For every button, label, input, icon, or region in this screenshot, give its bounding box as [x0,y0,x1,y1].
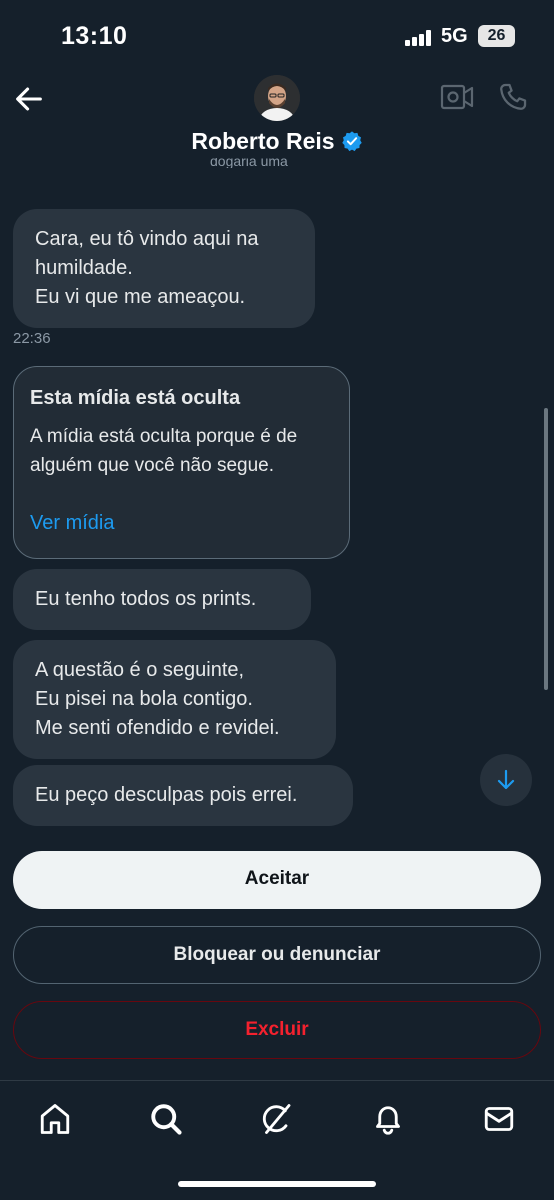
contact-name: Roberto Reis [191,128,335,154]
voice-call-button[interactable] [496,80,530,114]
scroll-to-bottom-button[interactable] [480,754,532,806]
tab-home[interactable] [37,1101,73,1137]
hidden-media-desc-line: alguém que você não segue. [30,455,275,476]
messages-icon [484,1107,514,1131]
message-text-line: humildade. [35,257,133,279]
message-timestamp: 22:36 [13,330,51,347]
contact-name-row[interactable]: Roberto Reis [0,128,554,155]
home-indicator[interactable] [178,1181,376,1187]
accept-button[interactable]: Aceitar [13,851,541,909]
message-text-line: Me senti ofendido e revidei. [35,717,280,739]
delete-button[interactable]: Excluir [13,1001,541,1059]
notifications-icon [376,1106,400,1135]
avatar[interactable] [254,75,300,121]
message-text-line: Cara, eu tô vindo aqui na [35,228,259,250]
tab-grok[interactable] [259,1101,295,1137]
verified-badge-icon [341,131,362,152]
message-text-line: Eu tenho todos os prints. [35,588,257,610]
tab-notifications[interactable] [370,1101,406,1137]
hidden-media-desc-line: A mídia está oculta porque é de [30,426,298,447]
message-bubble[interactable]: Eu tenho todos os prints. [13,569,311,630]
status-bar: 13:10 5G 26 [0,0,554,70]
message-bubble[interactable]: Cara, eu tô vindo aqui na humildade. Eu … [13,209,315,328]
message-bubble[interactable]: Eu peço desculpas pois errei. [13,765,353,826]
view-media-link[interactable]: Ver mídia [30,512,114,535]
message-text-line: A questão é o seguinte, [35,659,245,681]
message-text-line: Eu pisei na bola contigo. [35,688,253,710]
arrow-left-icon [16,87,42,111]
video-call-button[interactable] [440,82,474,112]
grok-icon [262,1104,291,1134]
hidden-media-card: Esta mídia está oculta A mídia está ocul… [13,366,350,559]
battery-icon: 26 [478,25,515,47]
network-type: 5G [441,25,468,47]
status-time: 13:10 [61,22,128,50]
arrow-down-icon [497,769,515,790]
scrollbar[interactable] [544,408,548,690]
video-camera-icon [440,84,474,110]
tab-messages[interactable] [481,1101,517,1137]
signal-icon [405,30,433,46]
message-text-line: Eu peço desculpas pois errei. [35,784,298,806]
home-icon [40,1104,70,1134]
hidden-media-title: Esta mídia está oculta [30,387,241,409]
phone-icon [500,83,527,110]
back-button[interactable] [12,82,46,116]
conversation-header: Roberto Reis dogaria uma [0,70,554,180]
tab-search[interactable] [148,1101,184,1137]
message-text-line: Eu vi que me ameaçou. [35,286,246,308]
block-or-report-button[interactable]: Bloquear ou denunciar [13,926,541,984]
message-bubble[interactable]: A questão é o seguinte, Eu pisei na bola… [13,640,336,759]
search-icon [151,1104,182,1135]
previous-message-cutoff: dogaria uma [210,158,288,168]
hidden-media-description: A mídia está oculta porque é de alguém q… [30,422,333,480]
